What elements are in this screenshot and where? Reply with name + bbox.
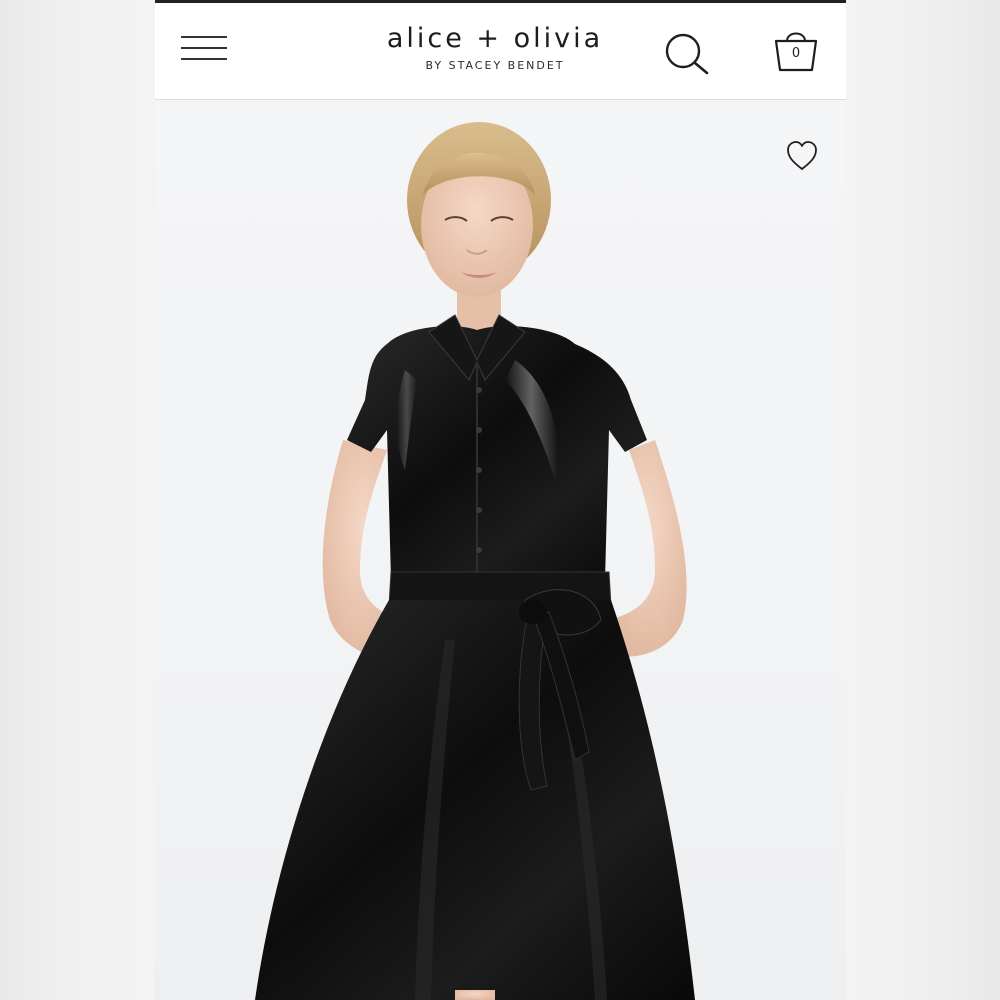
wishlist-button[interactable] [785, 140, 819, 172]
menu-line [181, 36, 227, 38]
cart-count-badge: 0 [791, 46, 801, 61]
search-button[interactable] [663, 31, 711, 77]
cart-button[interactable]: 0 [773, 25, 821, 77]
product-image[interactable] [155, 100, 846, 1000]
brand-name: alice + olivia [386, 23, 604, 54]
search-icon [665, 33, 709, 75]
brand-logo[interactable]: alice + olivia BY STACEY BENDET [335, 23, 655, 72]
menu-button[interactable] [181, 36, 227, 64]
site-header: alice + olivia BY STACEY BENDET 0 [155, 3, 846, 100]
menu-line [181, 58, 227, 60]
mobile-screen: alice + olivia BY STACEY BENDET 0 [155, 0, 846, 1000]
heart-icon [787, 141, 817, 170]
menu-line [181, 47, 227, 49]
brand-tagline: BY STACEY BENDET [425, 59, 565, 72]
product-photo-illustration [255, 122, 695, 1000]
